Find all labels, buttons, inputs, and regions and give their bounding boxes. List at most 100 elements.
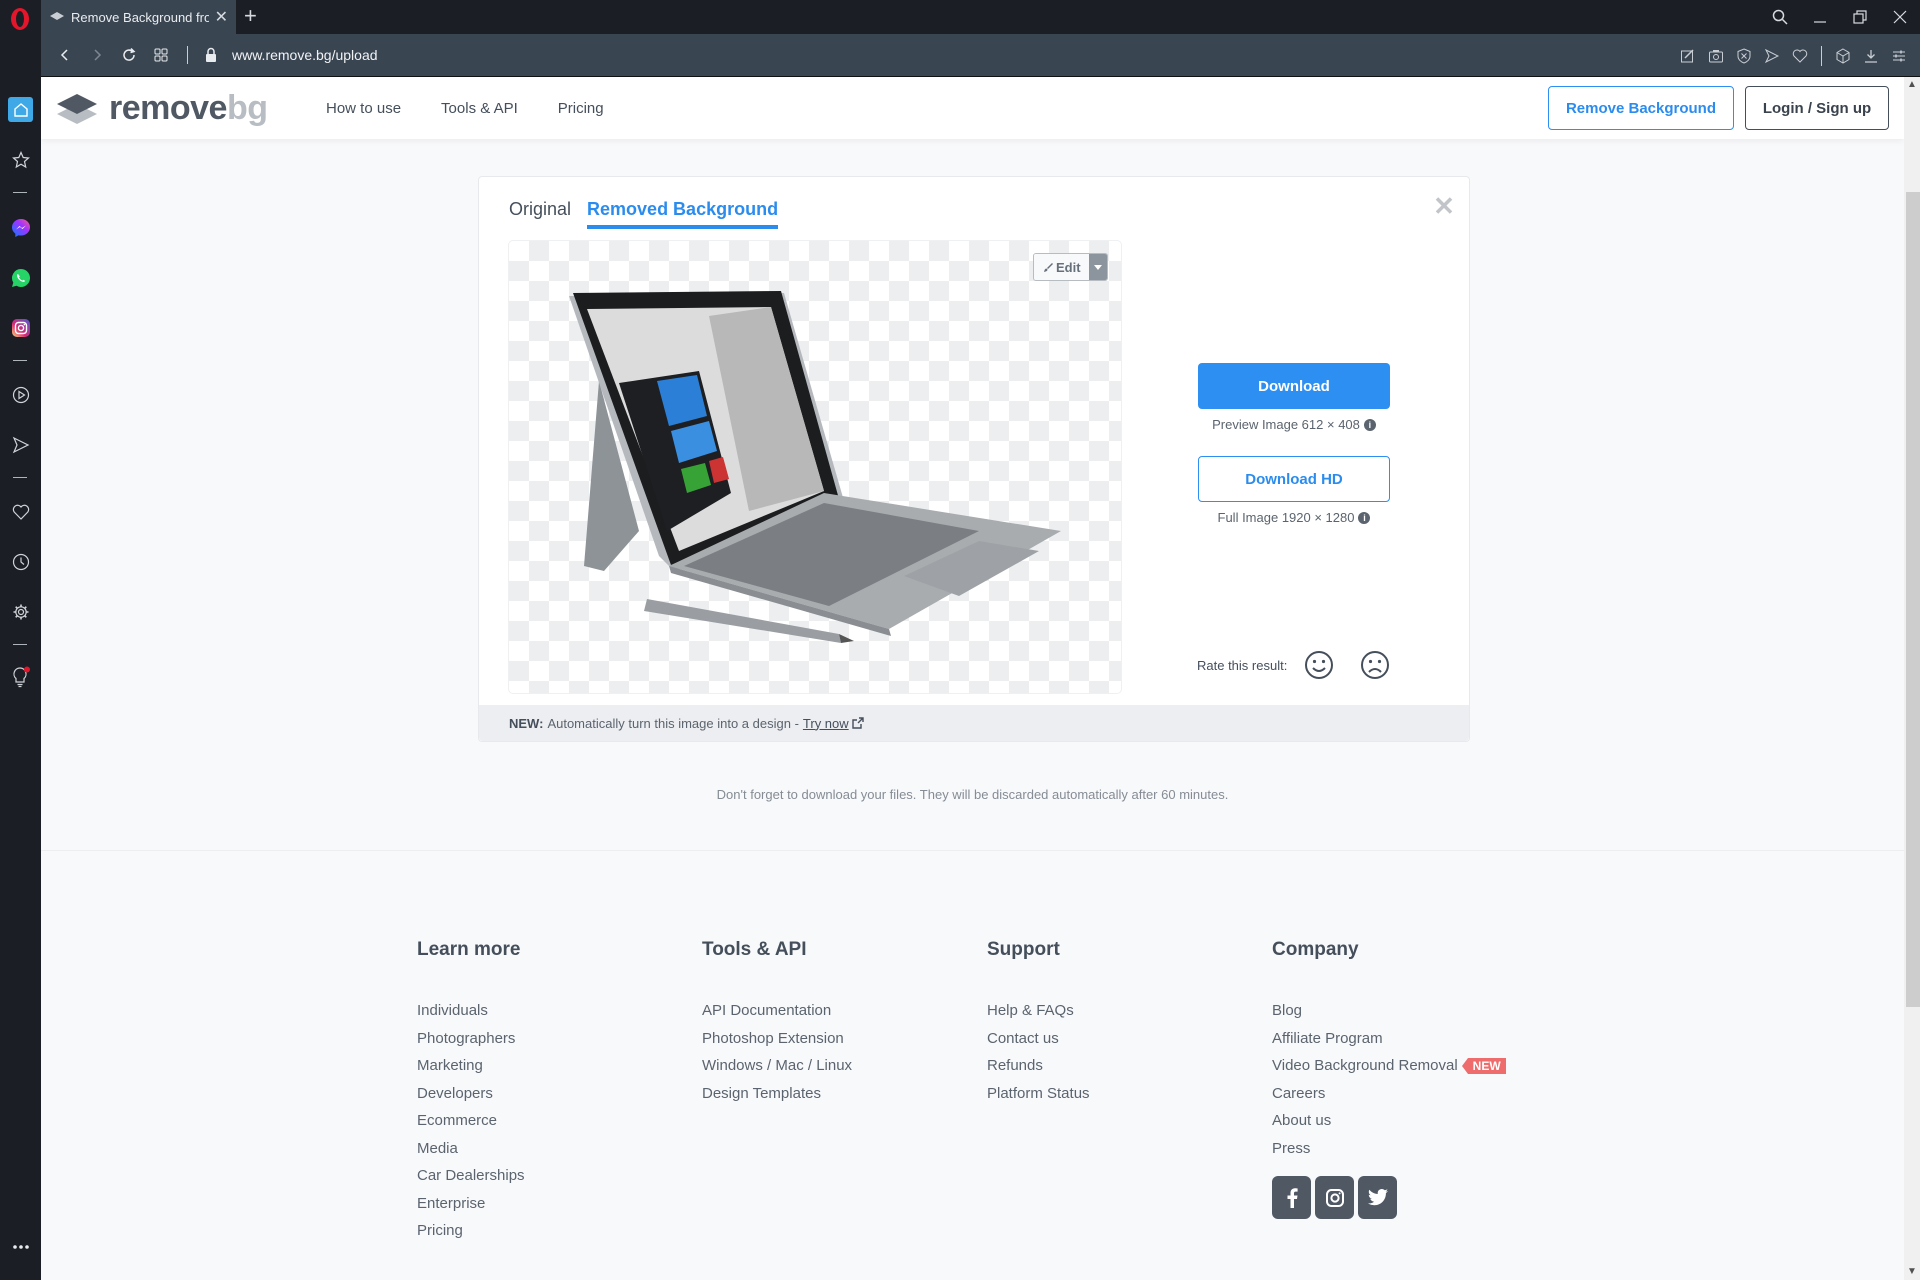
address-bar: www.remove.bg/upload bbox=[41, 34, 1920, 77]
settings-icon[interactable] bbox=[8, 599, 33, 624]
footer-link[interactable]: Help & FAQs bbox=[987, 997, 1090, 1025]
close-window-icon[interactable] bbox=[1880, 0, 1920, 34]
footer-link[interactable]: Pricing bbox=[417, 1217, 525, 1245]
try-now-link[interactable]: Try now bbox=[803, 716, 864, 731]
discard-note: Don't forget to download your files. The… bbox=[716, 787, 1229, 802]
opera-logo-icon[interactable] bbox=[8, 7, 32, 31]
download-hd-button[interactable]: Download HD bbox=[1198, 456, 1390, 502]
download-button[interactable]: Download bbox=[1198, 363, 1390, 409]
send-icon[interactable] bbox=[1761, 45, 1783, 67]
scroll-up-icon[interactable]: ▲ bbox=[1904, 77, 1920, 93]
footer-link[interactable]: About us bbox=[1272, 1107, 1506, 1135]
result-card: Original Removed Background ✕ Edit Downl… bbox=[478, 176, 1470, 742]
footer-col-tools-api: Tools & API API Documentation Photoshop … bbox=[702, 939, 852, 1107]
more-icon[interactable] bbox=[8, 1234, 33, 1259]
adblock-shield-icon[interactable] bbox=[1733, 45, 1755, 67]
new-tab-button[interactable]: + bbox=[244, 4, 257, 28]
home-icon[interactable] bbox=[8, 97, 33, 122]
footer-heading: Learn more bbox=[417, 939, 521, 960]
layers-logo-icon bbox=[57, 93, 97, 124]
edit-button[interactable]: Edit bbox=[1034, 254, 1089, 280]
tab-removed-background[interactable]: Removed Background bbox=[587, 199, 779, 229]
back-button[interactable] bbox=[49, 39, 81, 71]
browser-tab[interactable]: Remove Background from I ✕ bbox=[41, 0, 236, 34]
logo-text-bg: bg bbox=[226, 89, 268, 127]
footer-link[interactable]: Refunds bbox=[987, 1052, 1090, 1080]
footer-link[interactable]: Developers bbox=[417, 1080, 525, 1108]
footer-link[interactable]: Press bbox=[1272, 1135, 1506, 1163]
preview-caption: Preview Image 612 × 408 i bbox=[1198, 417, 1390, 432]
footer-link[interactable]: Individuals bbox=[417, 997, 525, 1025]
footer-link[interactable]: Design Templates bbox=[702, 1080, 852, 1108]
nav-tools-api[interactable]: Tools & API bbox=[441, 100, 518, 117]
promo-new-label: NEW: bbox=[509, 715, 544, 731]
close-icon[interactable]: ✕ bbox=[1433, 193, 1455, 219]
edit-button-group: Edit bbox=[1033, 253, 1108, 281]
login-signup-button[interactable]: Login / Sign up bbox=[1745, 86, 1889, 130]
easy-setup-icon[interactable] bbox=[1888, 45, 1910, 67]
player-icon[interactable] bbox=[8, 382, 33, 407]
footer-link[interactable]: API Documentation bbox=[702, 997, 852, 1025]
instagram-icon[interactable] bbox=[1315, 1176, 1354, 1219]
snapshot-edit-icon[interactable] bbox=[1677, 45, 1699, 67]
cube-icon[interactable] bbox=[1832, 45, 1854, 67]
history-icon[interactable] bbox=[8, 549, 33, 574]
download-icon[interactable] bbox=[1860, 45, 1882, 67]
new-badge: NEW bbox=[1461, 1057, 1506, 1074]
footer-link[interactable]: Ecommerce bbox=[417, 1107, 525, 1135]
search-tabs-icon[interactable] bbox=[1760, 0, 1800, 34]
footer-link[interactable]: Media bbox=[417, 1135, 525, 1163]
remove-background-button[interactable]: Remove Background bbox=[1548, 86, 1734, 130]
external-link-icon bbox=[851, 717, 864, 729]
sad-face-icon[interactable] bbox=[1359, 649, 1391, 681]
minimize-icon[interactable] bbox=[1800, 0, 1840, 34]
sidebar-separator bbox=[13, 192, 27, 193]
footer-link[interactable]: Contact us bbox=[987, 1025, 1090, 1053]
sidebar-separator bbox=[13, 477, 27, 478]
footer-link[interactable]: Affiliate Program bbox=[1272, 1025, 1506, 1053]
footer-link[interactable]: Marketing bbox=[417, 1052, 525, 1080]
url-field[interactable]: www.remove.bg/upload bbox=[232, 47, 378, 63]
tab-close-icon[interactable]: ✕ bbox=[215, 7, 228, 27]
address-separator bbox=[187, 46, 188, 64]
messenger-icon[interactable] bbox=[8, 215, 33, 240]
removebg-logo[interactable]: removebg bbox=[55, 89, 268, 128]
tab-overview-button[interactable] bbox=[145, 39, 177, 71]
smile-face-icon[interactable] bbox=[1303, 649, 1335, 681]
edit-dropdown-button[interactable] bbox=[1088, 254, 1107, 280]
info-icon[interactable]: i bbox=[1363, 418, 1376, 431]
restore-icon[interactable] bbox=[1840, 0, 1880, 34]
footer-link[interactable]: Windows / Mac / Linux bbox=[702, 1052, 852, 1080]
info-icon[interactable]: i bbox=[1358, 511, 1371, 524]
twitter-icon[interactable] bbox=[1358, 1176, 1397, 1219]
scroll-thumb[interactable] bbox=[1906, 192, 1920, 1007]
tab-original[interactable]: Original bbox=[509, 199, 571, 229]
footer-link[interactable]: Blog bbox=[1272, 997, 1506, 1025]
footer-link[interactable]: Car Dealerships bbox=[417, 1162, 525, 1190]
scroll-down-icon[interactable]: ▼ bbox=[1904, 1264, 1920, 1280]
window-controls bbox=[1760, 0, 1920, 34]
footer-link[interactable]: Careers bbox=[1272, 1080, 1506, 1108]
lock-icon[interactable] bbox=[204, 47, 218, 63]
whatsapp-icon[interactable] bbox=[8, 265, 33, 290]
instagram-icon[interactable] bbox=[8, 315, 33, 340]
page-scrollbar[interactable]: ▲ ▼ bbox=[1904, 77, 1920, 1280]
nav-pricing[interactable]: Pricing bbox=[558, 100, 604, 117]
footer-link-label: Video Background Removal bbox=[1272, 1057, 1458, 1074]
send-icon[interactable] bbox=[8, 432, 33, 457]
footer-link[interactable]: Enterprise bbox=[417, 1190, 525, 1218]
reload-button[interactable] bbox=[113, 39, 145, 71]
lightbulb-icon[interactable] bbox=[8, 664, 33, 689]
footer-link[interactable]: Photoshop Extension bbox=[702, 1025, 852, 1053]
facebook-icon[interactable] bbox=[1272, 1176, 1311, 1219]
footer-link-video-bg-removal[interactable]: Video Background Removal NEW bbox=[1272, 1052, 1506, 1080]
heart-icon[interactable] bbox=[8, 499, 33, 524]
footer-link[interactable]: Platform Status bbox=[987, 1080, 1090, 1108]
forward-button[interactable] bbox=[81, 39, 113, 71]
footer-link[interactable]: Photographers bbox=[417, 1025, 525, 1053]
camera-icon[interactable] bbox=[1705, 45, 1727, 67]
nav-how-to-use[interactable]: How to use bbox=[326, 100, 401, 117]
heart-icon[interactable] bbox=[1789, 45, 1811, 67]
star-icon[interactable] bbox=[8, 147, 33, 172]
brush-icon bbox=[1044, 262, 1053, 272]
